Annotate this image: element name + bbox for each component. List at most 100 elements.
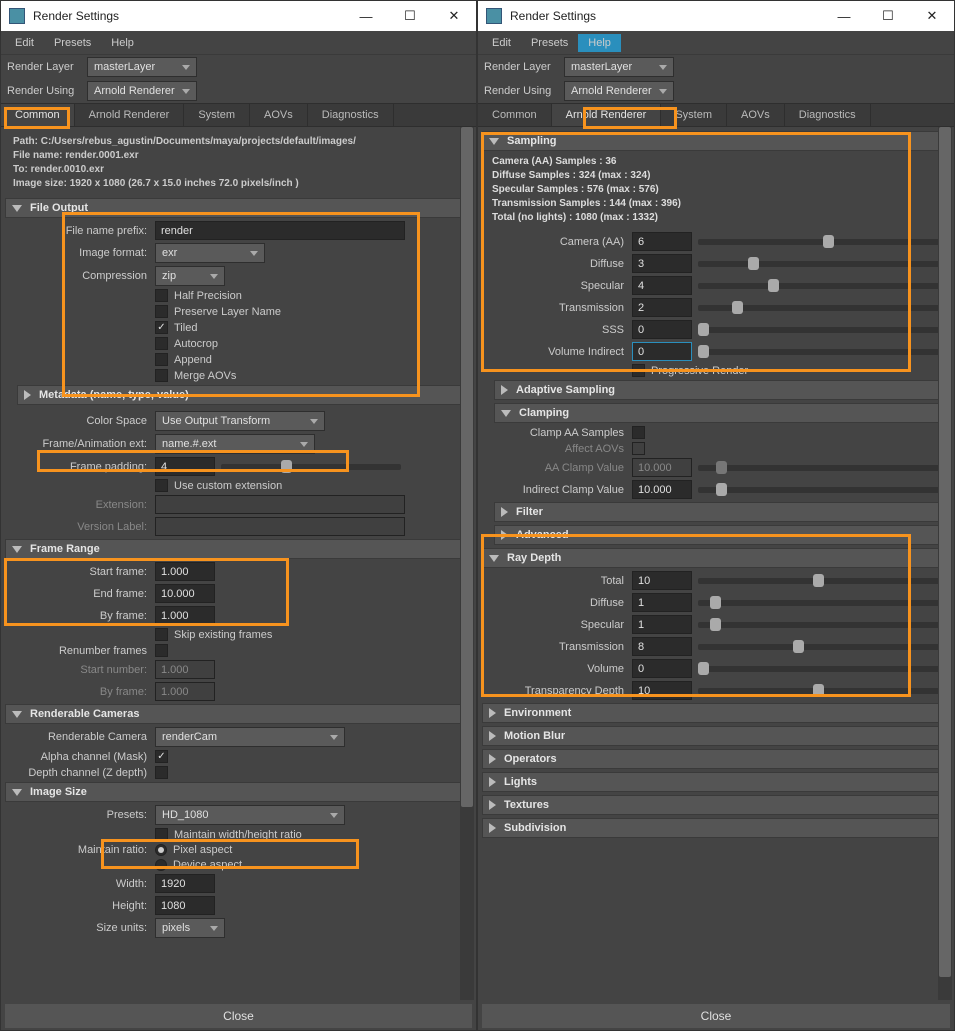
file-output-header[interactable]: File Output [5, 198, 472, 218]
maximize-button[interactable]: ☐ [388, 1, 432, 31]
operators-header[interactable]: Operators [482, 749, 950, 769]
transparency-depth-slider[interactable] [698, 688, 950, 694]
volume-indirect-slider[interactable] [698, 349, 950, 355]
half-precision-checkbox[interactable] [155, 289, 168, 302]
ray-transmission-slider[interactable] [698, 644, 950, 650]
render-layer-dropdown[interactable]: masterLayer [564, 57, 674, 77]
minimize-button[interactable]: — [822, 1, 866, 31]
subdivision-header[interactable]: Subdivision [482, 818, 950, 838]
tab-aovs[interactable]: AOVs [250, 104, 308, 126]
presets-dropdown[interactable]: HD_1080 [155, 805, 345, 825]
alpha-channel-checkbox[interactable] [155, 750, 168, 763]
advanced-header[interactable]: Advanced [494, 525, 950, 545]
transparency-depth-input[interactable] [632, 681, 692, 700]
pixel-aspect-radio[interactable] [155, 844, 167, 856]
render-layer-dropdown[interactable]: masterLayer [87, 57, 197, 77]
scrollbar[interactable] [460, 127, 474, 1000]
metadata-header[interactable]: Metadata (name, type, value) [17, 385, 472, 405]
frame-padding-input[interactable] [155, 457, 215, 476]
image-size-header[interactable]: Image Size [5, 782, 472, 802]
diffuse-samples-slider[interactable] [698, 261, 950, 267]
width-input[interactable] [155, 874, 215, 893]
menu-help[interactable]: Help [578, 34, 621, 52]
textures-header[interactable]: Textures [482, 795, 950, 815]
environment-header[interactable]: Environment [482, 703, 950, 723]
indirect-clamp-slider[interactable] [698, 487, 950, 493]
merge-aovs-checkbox[interactable] [155, 369, 168, 382]
size-units-dropdown[interactable]: pixels [155, 918, 225, 938]
adaptive-sampling-header[interactable]: Adaptive Sampling [494, 380, 950, 400]
motion-blur-header[interactable]: Motion Blur [482, 726, 950, 746]
menu-help[interactable]: Help [101, 34, 144, 52]
start-frame-input[interactable] [155, 562, 215, 581]
filter-header[interactable]: Filter [494, 502, 950, 522]
specular-samples-input[interactable] [632, 276, 692, 295]
scrollbar[interactable] [938, 127, 952, 1000]
frame-padding-slider[interactable] [221, 464, 401, 470]
camera-aa-input[interactable] [632, 232, 692, 251]
indirect-clamp-input[interactable] [632, 480, 692, 499]
render-using-dropdown[interactable]: Arnold Renderer [87, 81, 197, 101]
clamping-header[interactable]: Clamping [494, 403, 950, 423]
image-format-dropdown[interactable]: exr [155, 243, 265, 263]
tab-arnold-renderer[interactable]: Arnold Renderer [552, 104, 662, 126]
compression-dropdown[interactable]: zip [155, 266, 225, 286]
specular-samples-slider[interactable] [698, 283, 950, 289]
use-custom-ext-checkbox[interactable] [155, 479, 168, 492]
minimize-button[interactable]: — [344, 1, 388, 31]
transmission-samples-slider[interactable] [698, 305, 950, 311]
tab-common[interactable]: Common [478, 104, 552, 126]
maintain-ratio-checkbox[interactable] [155, 828, 168, 841]
depth-channel-checkbox[interactable] [155, 766, 168, 779]
sampling-header[interactable]: Sampling [482, 131, 950, 151]
ray-specular-input[interactable] [632, 615, 692, 634]
render-using-dropdown[interactable]: Arnold Renderer [564, 81, 674, 101]
menu-presets[interactable]: Presets [44, 34, 101, 52]
camera-aa-slider[interactable] [698, 239, 950, 245]
tab-arnold-renderer[interactable]: Arnold Renderer [75, 104, 185, 126]
end-frame-input[interactable] [155, 584, 215, 603]
skip-frames-checkbox[interactable] [155, 628, 168, 641]
ray-specular-slider[interactable] [698, 622, 950, 628]
tab-diagnostics[interactable]: Diagnostics [308, 104, 394, 126]
menu-presets[interactable]: Presets [521, 34, 578, 52]
color-space-dropdown[interactable]: Use Output Transform [155, 411, 325, 431]
ray-diffuse-input[interactable] [632, 593, 692, 612]
ray-volume-slider[interactable] [698, 666, 950, 672]
ray-depth-header[interactable]: Ray Depth [482, 548, 950, 568]
renderable-camera-dropdown[interactable]: renderCam [155, 727, 345, 747]
device-aspect-radio[interactable] [155, 859, 167, 871]
ray-transmission-input[interactable] [632, 637, 692, 656]
file-name-prefix-input[interactable] [155, 221, 405, 240]
clamp-aa-checkbox[interactable] [632, 426, 645, 439]
tab-system[interactable]: System [661, 104, 727, 126]
renderable-cameras-header[interactable]: Renderable Cameras [5, 704, 472, 724]
menu-edit[interactable]: Edit [482, 34, 521, 52]
append-checkbox[interactable] [155, 353, 168, 366]
maximize-button[interactable]: ☐ [866, 1, 910, 31]
height-input[interactable] [155, 896, 215, 915]
frame-range-header[interactable]: Frame Range [5, 539, 472, 559]
menu-edit[interactable]: Edit [5, 34, 44, 52]
tab-system[interactable]: System [184, 104, 250, 126]
diffuse-samples-input[interactable] [632, 254, 692, 273]
renumber-checkbox[interactable] [155, 644, 168, 657]
ray-total-input[interactable] [632, 571, 692, 590]
close-button-bottom[interactable]: Close [5, 1004, 472, 1028]
tab-common[interactable]: Common [1, 104, 75, 126]
lights-header[interactable]: Lights [482, 772, 950, 792]
close-button[interactable]: ✕ [910, 1, 954, 31]
tiled-checkbox[interactable] [155, 321, 168, 334]
volume-indirect-input[interactable] [632, 342, 692, 361]
close-button-bottom[interactable]: Close [482, 1004, 950, 1028]
autocrop-checkbox[interactable] [155, 337, 168, 350]
ray-diffuse-slider[interactable] [698, 600, 950, 606]
ray-volume-input[interactable] [632, 659, 692, 678]
transmission-samples-input[interactable] [632, 298, 692, 317]
progressive-render-checkbox[interactable] [632, 364, 645, 377]
close-button[interactable]: ✕ [432, 1, 476, 31]
sss-input[interactable] [632, 320, 692, 339]
ray-total-slider[interactable] [698, 578, 950, 584]
sss-slider[interactable] [698, 327, 950, 333]
by-frame-input[interactable] [155, 606, 215, 625]
